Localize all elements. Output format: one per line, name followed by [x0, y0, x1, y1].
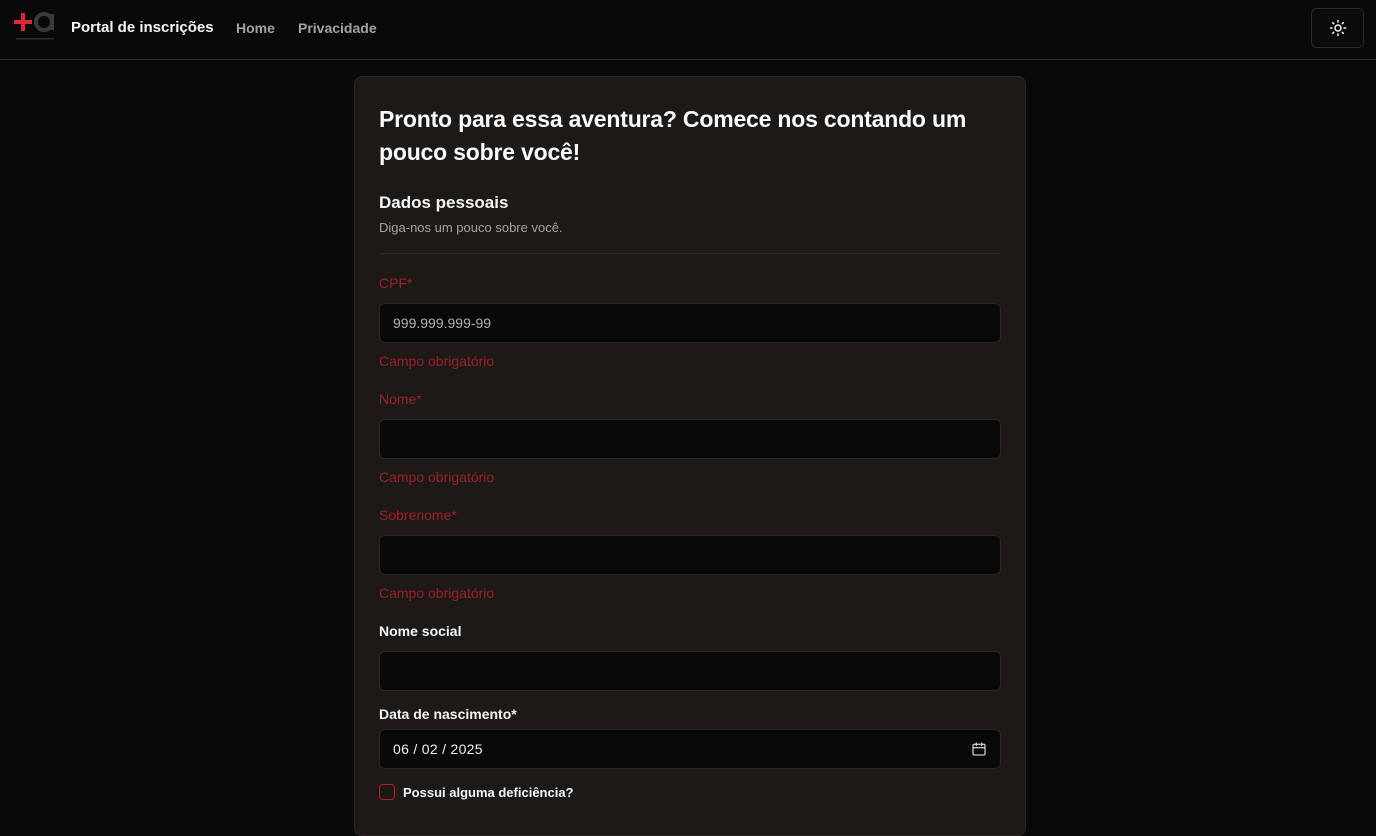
calendar-icon[interactable] [971, 741, 987, 757]
nav-link-home[interactable]: Home [236, 20, 275, 36]
birthdate-value: 06 / 02 / 2025 [393, 741, 483, 757]
nome-label: Nome* [379, 391, 422, 407]
form-title: Pronto para essa aventura? Comece nos co… [379, 106, 967, 165]
nome-error: Campo obrigatório [379, 469, 495, 485]
cpf-input[interactable] [379, 303, 1001, 343]
sobrenome-input[interactable] [379, 535, 1001, 575]
brand-logo[interactable] [14, 11, 56, 43]
nome-social-label: Nome social [379, 623, 462, 639]
sobrenome-error: Campo obrigatório [379, 585, 495, 601]
birthdate-label: Data de nascimento* [379, 706, 517, 722]
nav-link-privacidade[interactable]: Privacidade [298, 20, 377, 36]
birthdate-input[interactable]: 06 / 02 / 2025 [379, 729, 1001, 769]
deficiencia-row: Possui alguma deficiência? [379, 784, 574, 800]
section-title: Dados pessoais [379, 193, 509, 212]
deficiencia-label[interactable]: Possui alguma deficiência? [403, 785, 574, 800]
sun-icon [1329, 19, 1346, 37]
theme-toggle-button[interactable] [1311, 8, 1364, 48]
sobrenome-label: Sobrenome* [379, 507, 457, 523]
nome-social-input[interactable] [379, 651, 1001, 691]
registration-card: Pronto para essa aventura? Comece nos co… [354, 76, 1026, 836]
cpf-label: CPF* [379, 275, 413, 291]
nome-input[interactable] [379, 419, 1001, 459]
deficiencia-checkbox[interactable] [379, 784, 395, 800]
brand-title[interactable]: Portal de inscrições [71, 19, 214, 36]
cpf-error: Campo obrigatório [379, 353, 495, 369]
section-divider [379, 253, 1001, 254]
section-description: Diga-nos um pouco sobre você. [379, 220, 563, 235]
top-navbar: Portal de inscrições Home Privacidade [0, 0, 1376, 60]
